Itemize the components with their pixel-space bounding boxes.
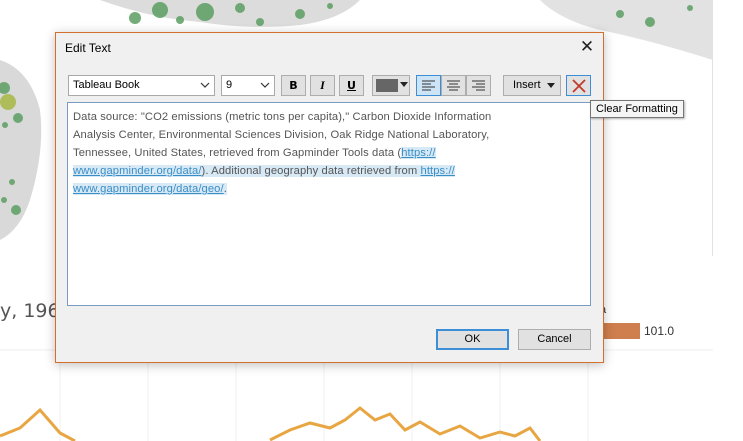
edit-text-dialog: Edit Text ✕ Tableau Book 9 B I U Insert [55, 32, 604, 363]
color-swatch [376, 79, 398, 92]
font-family-value: Tableau Book [73, 79, 140, 91]
chevron-down-icon [260, 82, 270, 88]
rich-text-editor[interactable]: Data source: "CO2 emissions (metric tons… [67, 102, 591, 306]
editor-line-3: Tennessee, United States, retrieved from… [73, 144, 585, 162]
source-link-1-start[interactable]: https:// [401, 147, 436, 159]
insert-button[interactable]: Insert [503, 75, 561, 96]
dropdown-arrow-icon [400, 82, 408, 87]
align-center-icon [447, 80, 460, 91]
editor-line-5-end: . [223, 183, 227, 195]
clear-format-icon [572, 79, 586, 93]
clear-formatting-button[interactable] [566, 75, 591, 96]
editor-line-3-text: Tennessee, United States, retrieved from… [73, 147, 402, 159]
cancel-button[interactable]: Cancel [518, 329, 591, 350]
legend-bar [604, 323, 640, 339]
font-size-value: 9 [226, 79, 233, 91]
font-size-select[interactable]: 9 [221, 75, 275, 96]
align-right-icon [472, 80, 485, 91]
align-center-button[interactable] [441, 75, 466, 96]
text-color-button[interactable] [372, 75, 410, 96]
chevron-down-icon [200, 82, 210, 88]
legend-value: 101.0 [644, 324, 675, 338]
font-family-select[interactable]: Tableau Book [68, 75, 215, 96]
align-left-button[interactable] [416, 75, 441, 96]
editor-line-1: Data source: "CO2 emissions (metric tons… [73, 111, 492, 123]
editor-line-2: Analysis Center, Environmental Sciences … [73, 129, 490, 141]
clear-formatting-tooltip: Clear Formatting [590, 100, 684, 118]
align-left-icon [422, 80, 435, 91]
dropdown-arrow-icon [547, 83, 555, 88]
underline-button[interactable]: U [339, 75, 364, 96]
align-right-button[interactable] [466, 75, 491, 96]
source-link-2-start[interactable]: https:// [420, 165, 455, 177]
bold-button[interactable]: B [281, 75, 306, 96]
close-icon[interactable]: ✕ [577, 37, 597, 57]
source-link-1-end[interactable]: www.gapminder.org/data/ [73, 165, 202, 177]
dialog-title: Edit Text [65, 41, 111, 55]
ok-button[interactable]: OK [436, 329, 509, 350]
dashboard-divider [712, 0, 713, 256]
italic-button[interactable]: I [310, 75, 335, 96]
editor-line-5: www.gapminder.org/data/geo/. [73, 180, 585, 198]
source-link-2-end[interactable]: www.gapminder.org/data/geo/ [73, 183, 224, 195]
editor-line-4: www.gapminder.org/data/). Additional geo… [73, 162, 585, 180]
insert-label: Insert [513, 79, 541, 91]
editor-line-4-text: ). Additional geography data retrieved f… [201, 165, 421, 177]
